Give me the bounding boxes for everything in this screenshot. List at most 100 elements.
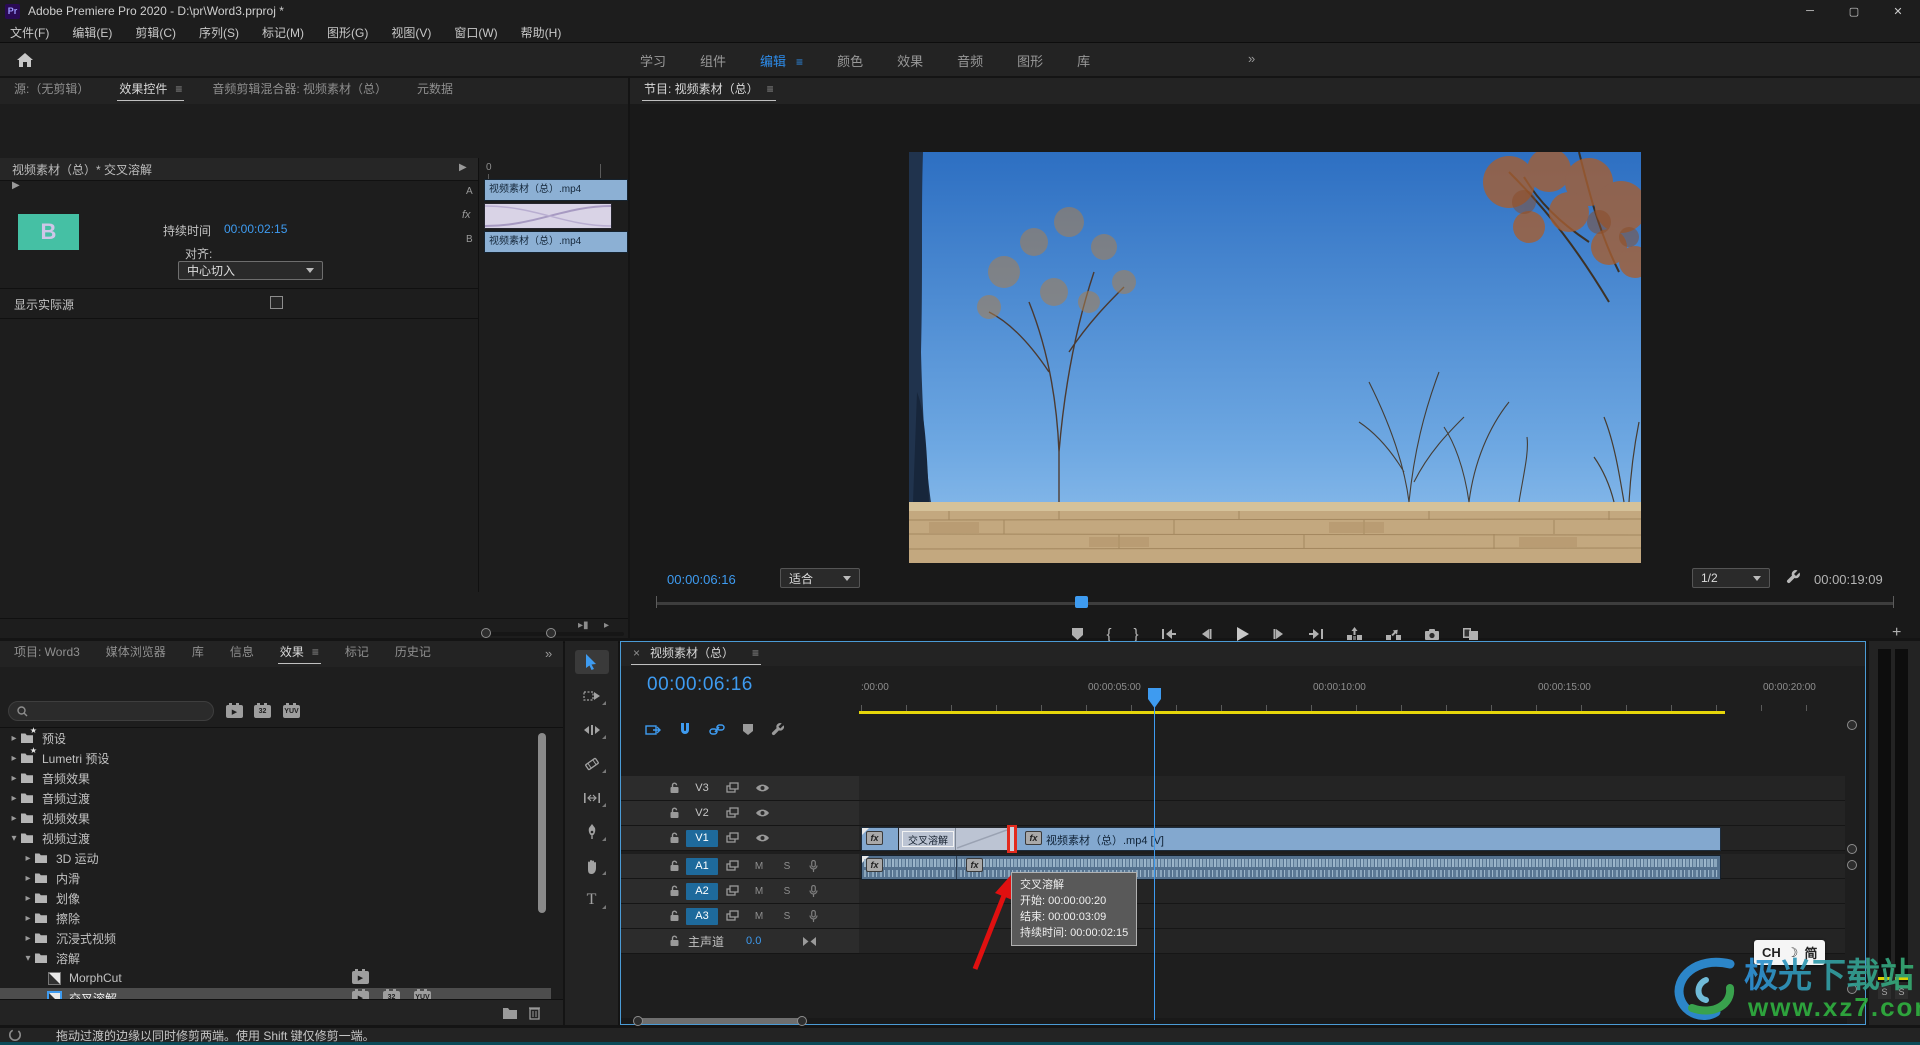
lift-icon[interactable] [1346,627,1363,641]
tree-chevron-icon[interactable]: ▸ [22,913,34,924]
track-lock-icon[interactable] [669,885,680,897]
tree-chevron-icon[interactable]: ▸ [8,733,20,744]
vscroll-handle-mid1[interactable] [1847,844,1857,854]
filter-yuv-badge[interactable]: YUV [283,705,300,718]
tree-chevron-icon[interactable]: ▾ [8,833,20,844]
track-lock-icon[interactable] [669,860,680,872]
panel-tab[interactable]: 媒体浏览器 [104,643,168,667]
tree-chevron-icon[interactable]: ▸ [8,793,20,804]
ripple-edit-tool[interactable] [575,718,609,742]
minimize-button[interactable]: ─ [1788,0,1832,22]
effects-tree-item[interactable]: ▸内滑 [0,868,551,888]
close-sequence-icon[interactable]: × [633,646,640,660]
maximize-button[interactable]: ▢ [1832,0,1876,22]
menu-item-g[interactable]: 图形(G) [327,24,382,41]
selection-tool[interactable] [575,650,609,674]
panel-menu-icon[interactable]: ≡ [767,82,774,96]
go-to-out-icon[interactable] [1308,628,1324,640]
panel-tab[interactable]: 音频剪辑混合器: 视频素材（总） [210,80,389,104]
track-target-V2[interactable]: V2 [686,805,718,822]
add-marker-icon[interactable] [1071,627,1084,641]
panel-tab[interactable]: 标记 [343,643,371,667]
mini-clip-a[interactable]: 视频素材（总）.mp4 [484,179,628,201]
mute-button[interactable]: M [749,908,769,924]
panel-menu-icon[interactable]: ≡ [752,646,759,660]
fit-meter-icon[interactable] [803,937,816,946]
home-button[interactable] [8,47,42,73]
sync-lock-icon[interactable] [726,807,739,819]
mini-scroll-handle-right[interactable] [546,628,556,638]
loop-icon[interactable]: ▸ [604,620,609,631]
track-lock-icon[interactable] [669,807,680,819]
workspace-tab[interactable]: 音频 [957,51,983,70]
tree-chevron-icon[interactable]: ▸ [22,873,34,884]
align-dropdown[interactable]: 中心切入 [178,261,323,280]
workspace-tab[interactable]: 编辑≡ [760,51,803,70]
trash-icon[interactable] [528,1005,541,1020]
effects-tree-item[interactable]: ▸音频过渡 [0,788,551,808]
audio-track-A1[interactable]: A1MS [621,854,859,879]
playhead-line[interactable] [1154,706,1155,1020]
hand-tool[interactable] [575,854,609,878]
effects-search-input[interactable] [34,704,194,718]
project-tab-overflow-button[interactable]: » [545,646,552,661]
master-volume-value[interactable]: 0.0 [746,935,761,947]
panel-tab[interactable]: 库 [190,643,206,667]
video-track-V2-lane[interactable] [859,801,1845,826]
monitor-timecode[interactable]: 00:00:06:16 [667,572,736,587]
mark-out-icon[interactable]: } [1134,626,1139,643]
monitor-add-button[interactable]: + [1892,624,1901,642]
vscroll-handle-mid2[interactable] [1847,860,1857,870]
type-tool[interactable]: T [575,888,609,912]
comparison-view-icon[interactable] [1462,627,1479,641]
workspace-tab[interactable]: 颜色 [837,51,863,70]
menu-item-h[interactable]: 帮助(H) [521,24,576,41]
hscroll-handle-right[interactable] [797,1016,807,1026]
nest-sequence-toggle-icon[interactable] [645,723,661,736]
hscroll-handle-left[interactable] [633,1016,643,1026]
timeline-timecode[interactable]: 00:00:06:16 [647,674,753,696]
play-button-icon[interactable] [1235,626,1250,642]
workspace-menu-icon[interactable]: ≡ [796,55,803,69]
step-forward-icon[interactable] [1272,628,1286,640]
voiceover-mic-icon[interactable] [809,910,818,923]
mark-in-icon[interactable]: { [1106,626,1111,643]
track-target-A1[interactable]: A1 [686,858,718,875]
go-to-in-icon[interactable] [1161,628,1177,640]
effects-tree-item[interactable]: ▸沉浸式视频 [0,928,551,948]
workspace-tab[interactable]: 学习 [640,51,666,70]
solo-button[interactable]: S [777,883,797,899]
timeline-settings-wrench-icon[interactable] [771,722,785,736]
monitor-settings-wrench-icon[interactable] [1786,569,1801,584]
linked-selection-icon[interactable] [709,723,725,736]
add-marker-icon[interactable] [742,723,754,736]
sync-lock-icon[interactable] [726,860,739,872]
monitor-playhead[interactable] [1075,596,1088,608]
toggle-track-output-eye-icon[interactable] [755,833,770,843]
panel-menu-icon[interactable]: ≡ [312,645,319,659]
tree-chevron-icon[interactable]: ▸ [8,753,20,764]
tab-timeline-sequence[interactable]: × 视频素材（总） ≡ [631,644,761,668]
filter-32bit-badge[interactable]: 32 [254,705,271,718]
razor-tool[interactable] [575,752,609,776]
timeline-hscrollbar-thumb[interactable] [638,1018,804,1024]
tree-chevron-icon[interactable]: ▸ [22,853,34,864]
show-actual-source-checkbox[interactable] [270,296,283,309]
transition-clip-cross-dissolve[interactable]: 交叉溶解 [898,827,1014,851]
close-button[interactable]: ✕ [1876,0,1920,22]
vscroll-handle-top[interactable] [1847,720,1857,730]
effects-tree-item[interactable]: ▾视频过渡 [0,828,551,848]
mute-button[interactable]: M [749,883,769,899]
panel-tab[interactable]: 信息 [228,643,256,667]
menu-item-f[interactable]: 文件(F) [10,24,63,41]
panel-tab[interactable]: 效果控件≡ [117,80,184,104]
effect-header-expand-icon[interactable]: ▶ [459,162,467,173]
menu-item-m[interactable]: 标记(M) [262,24,318,41]
menu-item-c[interactable]: 剪辑(C) [135,24,190,41]
sync-lock-icon[interactable] [726,910,739,922]
sync-lock-icon[interactable] [726,782,739,794]
mini-scroll-handle-left[interactable] [481,628,491,638]
mini-clip-b[interactable]: 视频素材（总）.mp4 [484,231,628,253]
effects-tree-item[interactable]: ▸擦除 [0,908,551,928]
workspace-tab[interactable]: 组件 [700,51,726,70]
